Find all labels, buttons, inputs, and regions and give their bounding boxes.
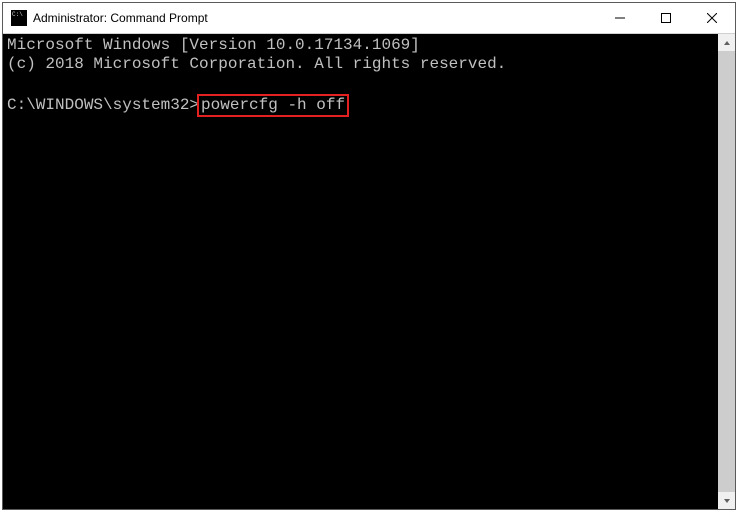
close-button[interactable] xyxy=(689,3,735,33)
cmd-icon xyxy=(11,10,27,26)
content-area: Microsoft Windows [Version 10.0.17134.10… xyxy=(3,34,735,509)
prompt: C:\WINDOWS\system32> xyxy=(7,96,199,114)
minimize-button[interactable] xyxy=(597,3,643,33)
maximize-button[interactable] xyxy=(643,3,689,33)
titlebar[interactable]: Administrator: Command Prompt xyxy=(3,3,735,34)
command-text: powercfg -h off xyxy=(201,96,345,114)
window-controls xyxy=(597,3,735,33)
terminal-output[interactable]: Microsoft Windows [Version 10.0.17134.10… xyxy=(3,34,718,509)
version-line: Microsoft Windows [Version 10.0.17134.10… xyxy=(7,36,420,54)
command-prompt-window: Administrator: Command Prompt Microsoft … xyxy=(2,2,736,510)
scroll-thumb[interactable] xyxy=(718,51,735,492)
command-highlight: powercfg -h off xyxy=(197,94,349,117)
vertical-scrollbar[interactable] xyxy=(718,34,735,509)
scroll-up-button[interactable] xyxy=(718,34,735,51)
scroll-track[interactable] xyxy=(718,51,735,492)
copyright-line: (c) 2018 Microsoft Corporation. All righ… xyxy=(7,55,506,73)
window-title: Administrator: Command Prompt xyxy=(33,11,597,25)
scroll-down-button[interactable] xyxy=(718,492,735,509)
